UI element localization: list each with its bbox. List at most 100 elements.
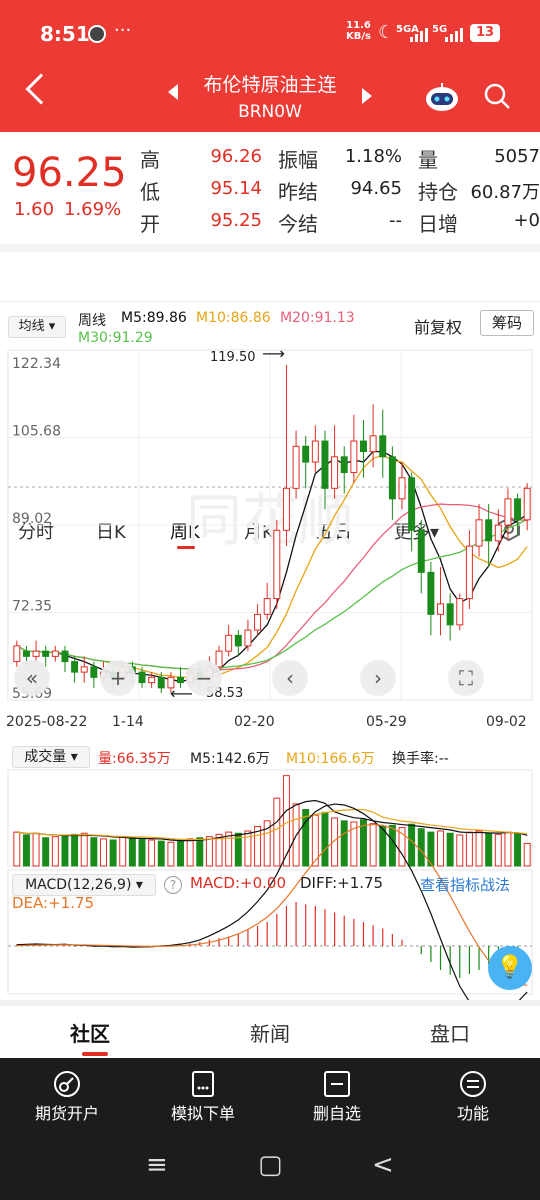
candle-body xyxy=(302,445,310,463)
scroll-right-icon[interactable]: › xyxy=(360,660,396,696)
candle-body xyxy=(388,456,396,500)
candle-body xyxy=(292,445,300,489)
daily-increase-label: 日增 xyxy=(418,212,458,236)
candle-body xyxy=(523,487,531,521)
simulate-order-button[interactable]: 模拟下单 xyxy=(148,1100,258,1124)
tab-daily-k[interactable]: 日K xyxy=(96,518,126,544)
home-icon[interactable]: ▢ xyxy=(258,1150,283,1180)
remove-watchlist-button[interactable]: 删自选 xyxy=(282,1100,392,1124)
community-active-indicator xyxy=(82,1052,108,1056)
indicator-strategy-link[interactable]: 查看指标战法 xyxy=(420,874,510,895)
candle-body xyxy=(350,440,358,474)
candle-body xyxy=(13,645,21,663)
macd-selector[interactable]: MACD(12,26,9) ▾ xyxy=(12,874,156,896)
volume-bar xyxy=(119,836,127,867)
volume-bar xyxy=(331,817,339,867)
prev-settle-label: 昨结 xyxy=(278,180,318,204)
prev-contract-icon[interactable] xyxy=(168,84,178,100)
open-interest-label: 持仓 xyxy=(418,180,458,204)
tab-news[interactable]: 新闻 xyxy=(250,1018,290,1047)
ma30-value: M30:91.29 xyxy=(78,330,153,346)
tab-weekly-k[interactable]: 周K xyxy=(170,518,200,544)
volume-m10: M10:166.6万 xyxy=(286,751,375,767)
ma5-value: M5:89.86 xyxy=(121,310,187,326)
volume-bar xyxy=(51,836,59,867)
search-icon[interactable] xyxy=(484,83,510,109)
volume-bar xyxy=(504,831,512,867)
volume-bar xyxy=(13,831,21,867)
y-tick-label: 72.35 xyxy=(12,599,52,615)
volume-bar xyxy=(167,841,175,867)
turnover-rate: 换手率:-- xyxy=(392,751,449,767)
volume-bar xyxy=(215,833,223,867)
prev-settle-value: 94.65 xyxy=(350,178,402,199)
volume-current: 量:66.35万 xyxy=(98,751,171,767)
today-settle-label: 今结 xyxy=(278,212,318,236)
candle-body xyxy=(359,440,367,453)
candle-body xyxy=(437,603,445,615)
tab-monthly-k[interactable]: 月K xyxy=(244,518,274,544)
next-contract-icon[interactable] xyxy=(362,88,372,104)
back-nav-icon[interactable]: < xyxy=(372,1150,394,1180)
candle-body xyxy=(465,545,473,600)
volume-bar xyxy=(359,819,367,867)
forward-adjust-button[interactable]: 前复权 xyxy=(414,314,462,338)
contract-title: 布伦特原油主连 xyxy=(203,74,337,96)
signal-bars-2-icon xyxy=(445,26,463,42)
bulb-icon[interactable]: 💡 xyxy=(488,946,532,990)
candle-body xyxy=(157,676,165,689)
status-time: 8:51 xyxy=(40,22,90,46)
volume-bar xyxy=(138,838,146,867)
volume-bar xyxy=(321,811,329,867)
high-value: 96.26 xyxy=(210,146,262,167)
ma-selector[interactable]: 均线 ▾ xyxy=(8,316,66,338)
tab-community[interactable]: 社区 xyxy=(70,1018,110,1047)
candle-body xyxy=(475,519,483,547)
tab-more[interactable]: 更多▾ xyxy=(394,518,439,544)
volume-bar xyxy=(456,834,464,867)
zoom-in-icon[interactable]: + xyxy=(100,660,136,696)
zoom-out-icon[interactable]: − xyxy=(186,660,222,696)
amplitude-label: 振幅 xyxy=(278,148,318,172)
tab-intraday[interactable]: 分时 xyxy=(18,518,54,544)
volume-bar xyxy=(263,820,271,867)
top-bar: 8:51 ··· 11.6 KB/s ☾ 5GA 5G 13 布伦特原油主连 BR… xyxy=(0,0,540,132)
volume-selector[interactable]: 成交量 ▾ xyxy=(12,746,90,768)
volume-bar xyxy=(340,820,348,867)
candle-body xyxy=(42,650,50,657)
volume-bar xyxy=(128,837,136,867)
scroll-left-icon[interactable]: ‹ xyxy=(272,660,308,696)
tab-five-day[interactable]: 五日 xyxy=(316,518,352,544)
settings-icon[interactable] xyxy=(496,516,522,542)
functions-button[interactable]: 功能 xyxy=(418,1100,528,1124)
chips-button[interactable]: 筹码 xyxy=(480,310,534,336)
volume-bar xyxy=(379,825,387,867)
volume-bar xyxy=(292,803,300,867)
candle-body xyxy=(331,456,339,489)
candle-body xyxy=(80,666,88,673)
volume-bar xyxy=(514,832,522,867)
candle-body xyxy=(254,613,262,631)
tab-order-book[interactable]: 盘口 xyxy=(430,1018,470,1047)
open-account-button[interactable]: 期货开户 xyxy=(12,1100,122,1124)
candle-body xyxy=(61,650,69,663)
dea-value: DEA:+1.75 xyxy=(12,894,95,912)
back-icon[interactable] xyxy=(25,73,57,105)
x-tick-label: 1-14 xyxy=(112,714,144,730)
volume-bar xyxy=(475,830,483,867)
recent-apps-icon[interactable]: ≡ xyxy=(146,1150,168,1180)
volume-bar xyxy=(61,835,69,867)
help-icon[interactable]: ? xyxy=(164,876,182,894)
remove-watchlist-icon xyxy=(324,1071,350,1097)
volume-bar xyxy=(398,827,406,867)
last-price: 96.25 xyxy=(12,150,127,196)
volume-m10-line xyxy=(16,808,528,841)
fullscreen-icon[interactable]: ⛶ xyxy=(448,660,484,696)
today-settle-value: -- xyxy=(389,210,402,231)
candle-body xyxy=(311,440,319,463)
robot-assistant-icon[interactable] xyxy=(424,82,460,112)
ma10-line xyxy=(16,454,528,679)
zoom-out-far-icon[interactable]: « xyxy=(14,660,50,696)
contract-code: BRN0W xyxy=(238,102,302,122)
low-label: 低 xyxy=(140,180,160,204)
